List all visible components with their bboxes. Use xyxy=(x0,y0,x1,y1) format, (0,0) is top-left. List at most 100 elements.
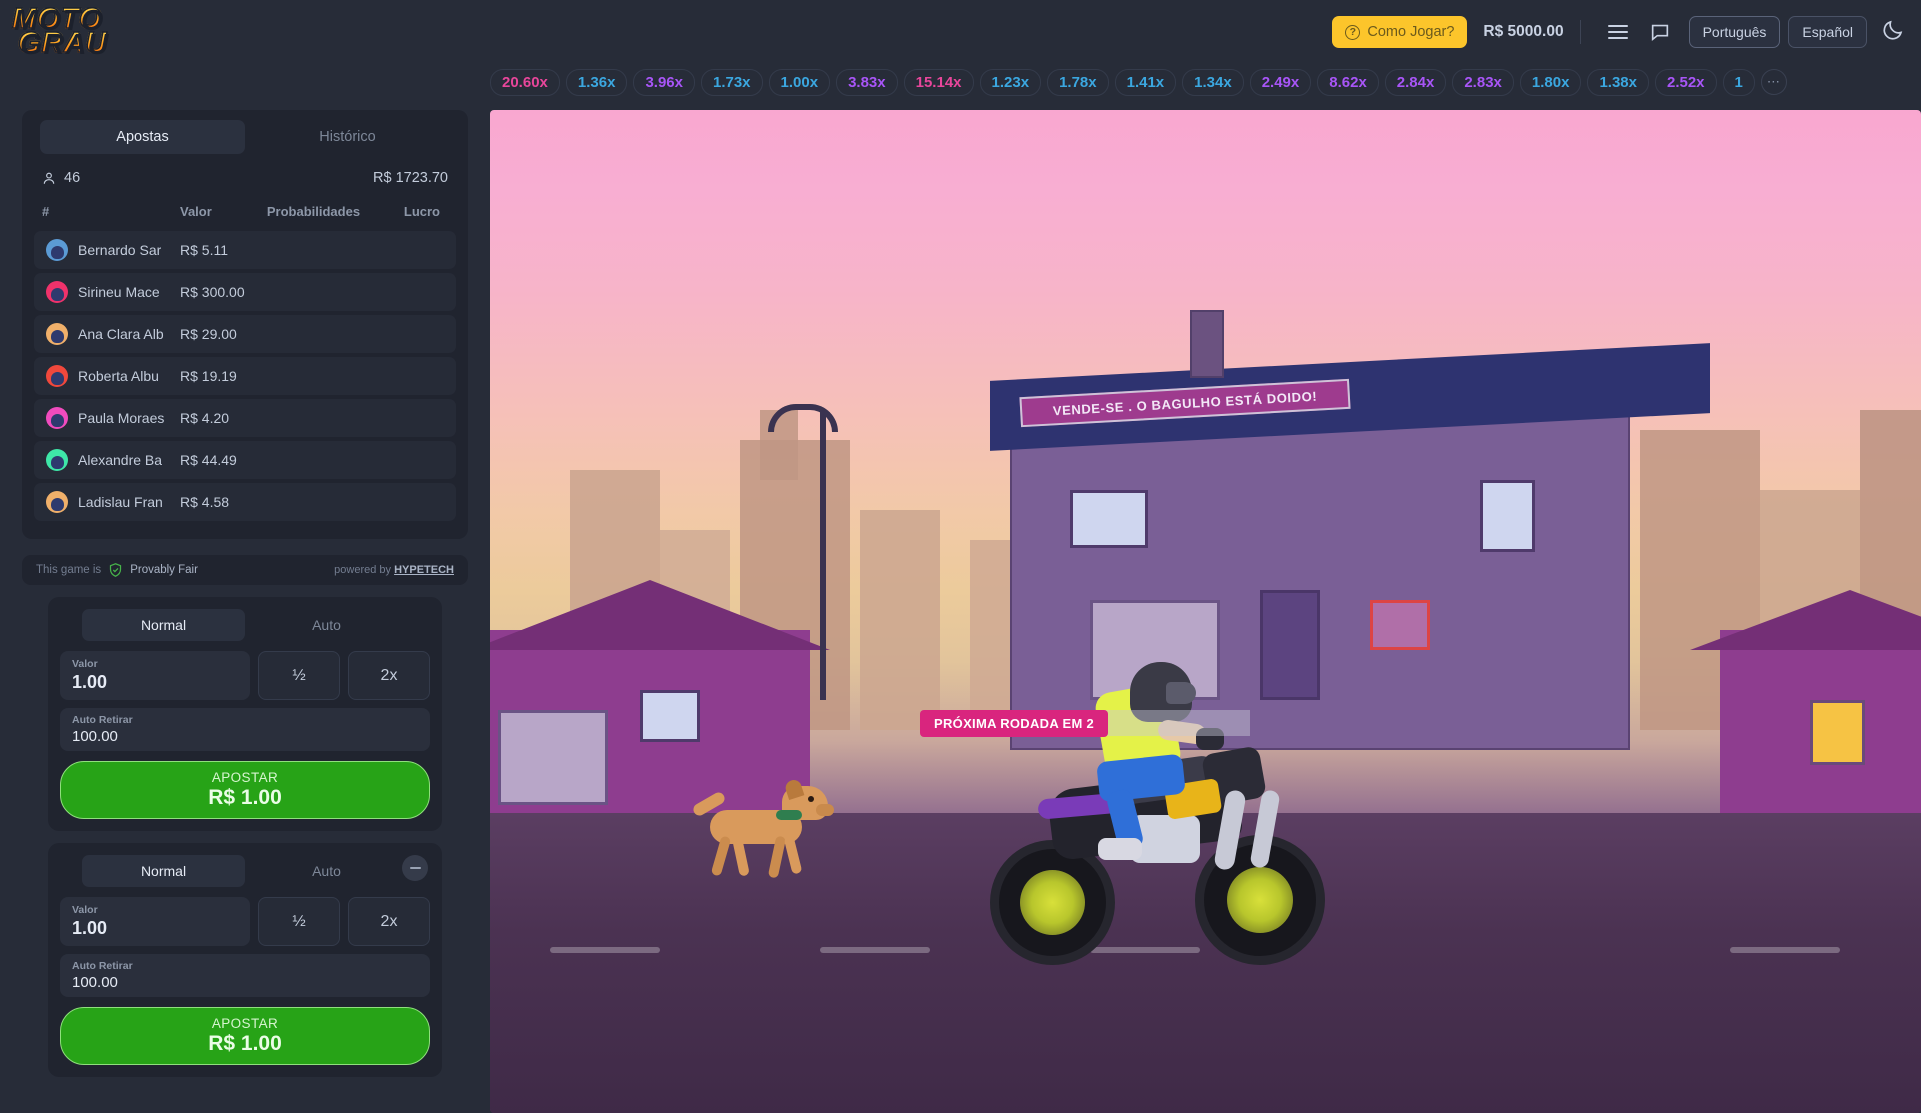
table-row[interactable]: Roberta Albu R$ 19.19 xyxy=(34,357,456,395)
bet-user-cell: Roberta Albu xyxy=(34,357,172,395)
avatar xyxy=(46,491,68,513)
bet-odds xyxy=(258,441,380,479)
chat-bubble-icon[interactable] xyxy=(1645,17,1675,47)
multiplier-chip[interactable]: 2.52x xyxy=(1654,68,1717,96)
bet-amount-row: Valor 1.00 ½ 2x xyxy=(60,651,430,700)
moon-icon[interactable] xyxy=(1881,18,1905,47)
table-row[interactable]: Ana Clara Alb R$ 29.00 xyxy=(34,315,456,353)
place-bet-label: APOSTAR xyxy=(211,770,279,785)
shield-check-icon xyxy=(110,563,122,577)
bet-amount-input[interactable]: Valor 1.00 xyxy=(60,897,250,946)
bet-double-button[interactable]: 2x xyxy=(348,897,430,946)
multiplier-chip[interactable]: 8.62x xyxy=(1317,68,1379,96)
street-lamp-pole xyxy=(820,410,826,700)
multiplier-chip[interactable]: 2.49x xyxy=(1249,68,1312,96)
dog xyxy=(690,777,860,890)
place-bet-amount: R$ 1.00 xyxy=(208,786,282,809)
helmet-visor xyxy=(1166,682,1196,704)
bet-user-cell: Ana Clara Alb xyxy=(34,315,172,353)
bet-mode-normal[interactable]: Normal xyxy=(82,609,245,641)
place-bet-button[interactable]: APOSTAR R$ 1.00 xyxy=(60,1007,430,1065)
bet-profit xyxy=(379,441,456,479)
multiplier-more-button[interactable]: ⋯ xyxy=(1760,69,1787,95)
how-to-play-label: Como Jogar? xyxy=(1367,24,1455,40)
multiplier-chip[interactable]: 1.78x xyxy=(1047,68,1109,96)
house-window-2 xyxy=(1480,480,1535,552)
table-row[interactable]: Ladislau Fran R$ 4.58 xyxy=(34,483,456,521)
table-row[interactable]: Paula Moraes R$ 4.20 xyxy=(34,399,456,437)
table-row[interactable]: Sirineu Mace R$ 300.00 xyxy=(34,273,456,311)
avatar xyxy=(46,407,68,429)
house-window-1 xyxy=(1070,490,1148,548)
bet-user-cell: Paula Moraes xyxy=(34,399,172,437)
bet-user-cell: Sirineu Mace xyxy=(34,273,172,311)
logo[interactable]: MOTO GRAU xyxy=(11,4,107,58)
bets-table-header-row: # Valor Probabilidades Lucro xyxy=(34,200,456,227)
bets-table: # Valor Probabilidades Lucro Bernardo Sa… xyxy=(34,196,456,525)
tab-historico[interactable]: Histórico xyxy=(245,120,450,154)
multiplier-chip[interactable]: 15.14x xyxy=(903,68,974,96)
bet-mode-tabs: Normal Auto xyxy=(60,855,430,887)
table-row[interactable]: Alexandre Ba R$ 44.49 xyxy=(34,441,456,479)
bet-mode-tabs: Normal Auto xyxy=(60,609,430,641)
multiplier-chip[interactable]: 1.38x xyxy=(1587,68,1649,96)
multiplier-chip[interactable]: 1.80x xyxy=(1519,68,1582,96)
hypetech-link[interactable]: HYPETECH xyxy=(394,564,454,576)
header-divider xyxy=(1579,20,1581,44)
auto-cashout-input[interactable]: Auto Retirar 100.00 xyxy=(60,954,430,997)
multiplier-chip[interactable]: 1.36x xyxy=(565,68,628,96)
bet-value: R$ 44.49 xyxy=(172,441,259,479)
right-window-lit xyxy=(1810,700,1865,765)
tab-apostas[interactable]: Apostas xyxy=(40,120,245,154)
bet-mode-auto[interactable]: Auto xyxy=(245,855,408,887)
bet-user-cell: Bernardo Sar xyxy=(34,231,172,269)
front-rim xyxy=(1227,867,1293,933)
multiplier-chip[interactable]: 1.23x xyxy=(979,68,1042,96)
how-to-play-button[interactable]: ? Como Jogar? xyxy=(1332,16,1468,48)
bet-double-button[interactable]: 2x xyxy=(348,651,430,700)
place-bet-button[interactable]: APOSTAR R$ 1.00 xyxy=(60,761,430,819)
provably-fair-bar: This game is Provably Fair powered by HY… xyxy=(22,555,468,585)
hamburger-menu-icon[interactable] xyxy=(1603,17,1633,47)
bets-tabs: Apostas Histórico xyxy=(22,110,468,164)
bet-profit xyxy=(379,231,456,269)
bet-form: Normal Auto Valor 1.00 ½ 2x Auto Retirar 100.00… xyxy=(48,597,442,831)
provably-fair-label[interactable]: Provably Fair xyxy=(130,564,198,576)
place-bet-label: APOSTAR xyxy=(211,1016,279,1031)
bet-profit xyxy=(379,315,456,353)
multiplier-chip[interactable]: 1.41x xyxy=(1114,68,1177,96)
auto-cashout-input[interactable]: Auto Retirar 100.00 xyxy=(60,708,430,751)
bet-half-button[interactable]: ½ xyxy=(258,897,340,946)
col-header-profit: Lucro xyxy=(403,204,440,219)
multiplier-chip[interactable]: 3.96x xyxy=(633,68,695,96)
bets-summary: 46 R$ 1723.70 xyxy=(22,164,468,196)
game-canvas[interactable]: VENDE-SE . O BAGULHO ESTÁ DOIDO! PRÓXIMA… xyxy=(490,110,1921,1113)
avatar xyxy=(46,323,68,345)
bet-odds xyxy=(258,273,380,311)
multiplier-chip[interactable]: 1.73x xyxy=(700,68,763,96)
language-es-button[interactable]: Español xyxy=(1788,16,1867,48)
chimney xyxy=(1190,310,1224,378)
table-row[interactable]: Bernardo Sar R$ 5.11 xyxy=(34,231,456,269)
multiplier-chip[interactable]: 2.84x xyxy=(1384,68,1447,96)
minus-circle-icon[interactable] xyxy=(402,855,428,881)
bet-mode-auto[interactable]: Auto xyxy=(245,609,408,641)
multiplier-chip[interactable]: 1.00x xyxy=(768,68,831,96)
bet-amount-input[interactable]: Valor 1.00 xyxy=(60,651,250,700)
road-marking xyxy=(820,947,930,953)
auto-cashout-label: Auto Retirar xyxy=(72,960,133,972)
multiplier-chip[interactable]: 1 xyxy=(1722,68,1755,96)
bet-mode-normal[interactable]: Normal xyxy=(82,855,245,887)
avatar xyxy=(46,449,68,471)
col-header-value: Valor xyxy=(180,204,212,219)
col-header-num: # xyxy=(42,204,50,219)
bet-half-button[interactable]: ½ xyxy=(258,651,340,700)
multiplier-chip[interactable]: 3.83x xyxy=(836,68,898,96)
language-pt-button[interactable]: Português xyxy=(1688,16,1781,48)
multiplier-chip[interactable]: 2.83x xyxy=(1452,68,1514,96)
left-sidebar: Apostas Histórico 46 R$ 1723.70 # Valor xyxy=(0,110,490,1077)
col-header-odds: Probabilidades xyxy=(266,204,361,219)
multiplier-chip[interactable]: 20.60x xyxy=(490,68,560,96)
multiplier-chip[interactable]: 1.34x xyxy=(1182,68,1244,96)
bet-value: R$ 300.00 xyxy=(172,273,259,311)
